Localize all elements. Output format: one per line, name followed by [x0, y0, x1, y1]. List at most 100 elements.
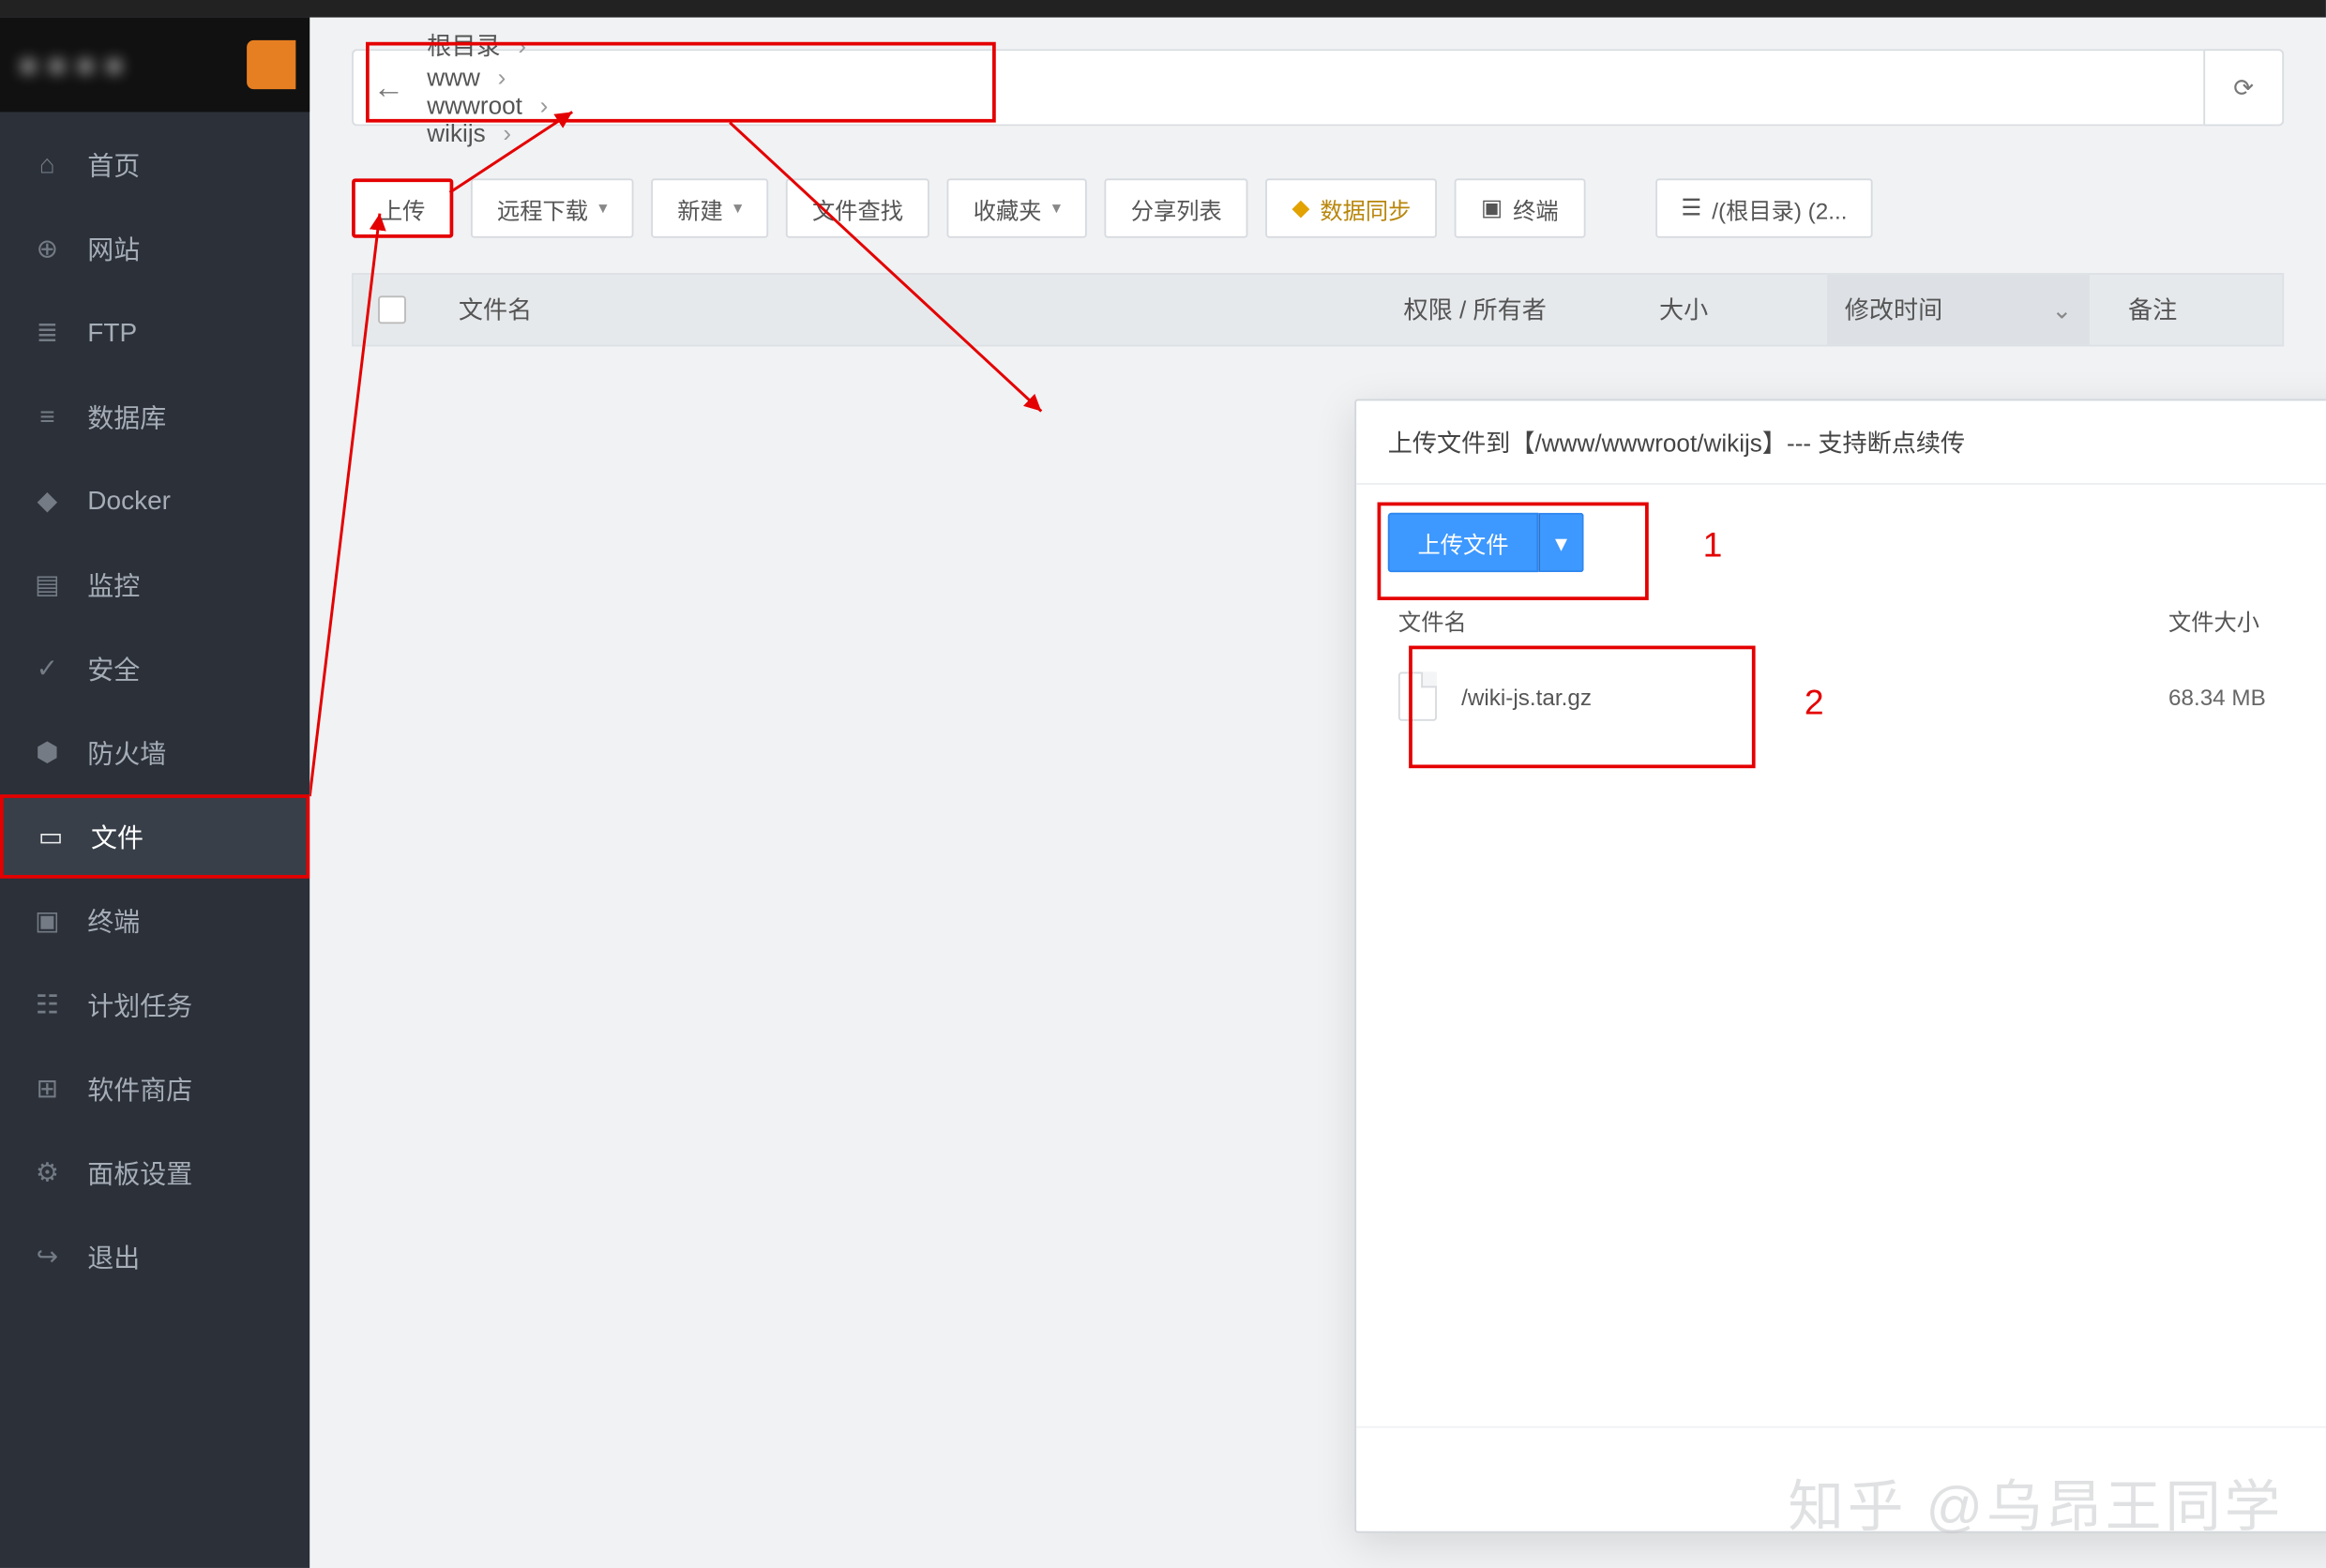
modal-footer: 开始上传 — [1356, 1426, 2326, 1531]
favorites-button[interactable]: 收藏夹▾ — [947, 178, 1087, 237]
shield-icon: ✓ — [32, 653, 64, 685]
col-name[interactable]: 文件名 — [459, 293, 1393, 327]
modal-table-header: 文件名 文件大小 上传状态 — [1356, 596, 2326, 655]
chevron-right-icon: › — [540, 91, 549, 119]
breadcrumb-label: www — [427, 63, 480, 91]
sidebar-item-网站[interactable]: ⊕ 网站 — [0, 206, 310, 291]
remote-download-button[interactable]: 远程下载▾ — [471, 178, 634, 237]
breadcrumb-segment[interactable]: wikijs › — [416, 119, 558, 147]
breadcrumb-label: wwwroot — [427, 91, 522, 119]
modal-header: 上传文件到【/www/wwwroot/wikijs】--- 支持断点续传 — ✕ — [1356, 400, 2326, 485]
firewall-icon: ⬢ — [32, 737, 64, 769]
file-icon — [1398, 672, 1437, 721]
refresh-button[interactable]: ⟳ — [2203, 49, 2284, 126]
sidebar-item-文件[interactable]: ▭ 文件 — [0, 794, 310, 879]
col-mtime[interactable]: 修改时间 ⌄ — [1827, 275, 2090, 345]
sidebar-item-安全[interactable]: ✓ 安全 — [0, 626, 310, 711]
upload-file-name: /wiki-js.tar.gz — [1461, 684, 2168, 710]
back-icon[interactable]: ← — [364, 69, 413, 106]
upload-file-button[interactable]: 上传文件 — [1388, 513, 1539, 572]
sidebar-nav: ⌂ 首页 ⊕ 网站 ≣ FTP ≡ 数据库 ◆ Docker ▤ 监控 ✓ 安全 ⬢ 防火墙 ▭ 文件 ▣ 终端 ☷计划… — [0, 112, 310, 1298]
chevron-right-icon: › — [518, 32, 526, 60]
upload-file-row: /wiki-js.tar.gz 68.34 MB 等待上传 — [1356, 655, 2326, 739]
sidebar-item-label: 计划任务 — [87, 986, 192, 1022]
sidebar-item-终端[interactable]: ▣ 终端 — [0, 879, 310, 963]
globe-icon: ⊕ — [32, 233, 64, 264]
window-top-strip — [0, 0, 2326, 18]
share-list-button[interactable]: 分享列表 — [1105, 178, 1248, 237]
sidebar-item-label: 网站 — [87, 230, 140, 266]
chevron-right-icon: › — [498, 63, 506, 91]
sidebar-item-label: FTP — [87, 318, 137, 348]
breadcrumb-segment[interactable]: wwwroot › — [416, 91, 558, 119]
sidebar-item-面板设置[interactable]: ⚙ 面板设置 — [0, 1130, 310, 1214]
select-all-checkbox[interactable] — [378, 295, 406, 324]
sidebar-item-label: 防火墙 — [87, 734, 166, 771]
logout-icon: ↪ — [32, 1241, 64, 1273]
sidebar-item-label: 终端 — [87, 902, 140, 939]
sidebar-item-label: 面板设置 — [87, 1154, 192, 1191]
monitor-icon: ▤ — [32, 568, 64, 600]
logo-area: ■ ■ ■ ■ — [0, 18, 310, 113]
sidebar: ■ ■ ■ ■ ⌂ 首页 ⊕ 网站 ≣ FTP ≡ 数据库 ◆ Docker ▤ 监控 ✓ 安全 ⬢ 防火墙 ▭… — [0, 18, 310, 1568]
diamond-icon: ◆ — [1291, 194, 1309, 222]
breadcrumb-label: 根目录 — [427, 28, 500, 63]
chevron-down-icon: ⌄ — [2051, 294, 2072, 324]
new-button[interactable]: 新建▾ — [651, 178, 768, 237]
apps-icon: ⊞ — [32, 1073, 64, 1105]
ftp-icon: ≣ — [32, 317, 64, 349]
terminal-button[interactable]: ▣ 终端 — [1455, 178, 1585, 237]
sidebar-item-label: 文件 — [91, 818, 143, 854]
main-area: ← 根目录›www›wwwroot›wikijs› ⟳ 上传 远程下载▾ 新建▾… — [310, 18, 2326, 1568]
file-search-button[interactable]: 文件查找 — [786, 178, 929, 237]
breadcrumb-label: wikijs — [427, 119, 485, 147]
logo-text: ■ ■ ■ ■ — [21, 51, 125, 79]
path-bar: ← 根目录›www›wwwroot›wikijs› ⟳ — [352, 49, 2284, 126]
sidebar-item-label: 退出 — [87, 1238, 140, 1274]
sidebar-item-label: Docker — [87, 486, 171, 516]
folder-icon: ▭ — [35, 821, 67, 852]
sidebar-item-label: 软件商店 — [87, 1070, 192, 1107]
sidebar-item-数据库[interactable]: ≡ 数据库 — [0, 374, 310, 459]
sidebar-item-首页[interactable]: ⌂ 首页 — [0, 123, 310, 207]
terminal-icon: ▣ — [32, 905, 64, 937]
sidebar-item-计划任务[interactable]: ☷计划任务 — [0, 962, 310, 1047]
home-icon: ⌂ — [32, 149, 64, 181]
sidebar-item-防火墙[interactable]: ⬢ 防火墙 — [0, 711, 310, 795]
m-col-size: 文件大小 — [2168, 604, 2326, 637]
upload-modal: 上传文件到【/www/wwwroot/wikijs】--- 支持断点续传 — ✕… — [1354, 399, 2326, 1532]
sidebar-item-监控[interactable]: ▤ 监控 — [0, 542, 310, 626]
modal-title: 上传文件到【/www/wwwroot/wikijs】--- 支持断点续传 — [1388, 425, 2326, 460]
sidebar-item-Docker[interactable]: ◆ Docker — [0, 459, 310, 543]
refresh-icon: ⟳ — [2233, 72, 2254, 102]
disk-path-button[interactable]: ☰ /(根目录) (2... — [1654, 178, 1873, 237]
sidebar-item-label: 安全 — [87, 650, 140, 686]
breadcrumb-segment[interactable]: 根目录 › — [416, 28, 558, 63]
settings-icon: ⚙ — [32, 1156, 64, 1188]
sidebar-item-label: 监控 — [87, 566, 140, 603]
chevron-right-icon: › — [503, 119, 511, 147]
sidebar-item-FTP[interactable]: ≣ FTP — [0, 291, 310, 375]
sidebar-item-退出[interactable]: ↪ 退出 — [0, 1214, 310, 1299]
m-col-name: 文件名 — [1398, 604, 2168, 637]
docker-icon: ◆ — [32, 485, 64, 517]
modal-actions: 上传文件 ▾ 清空列表 — [1356, 485, 2326, 596]
disk-icon: ☰ — [1681, 194, 1701, 222]
file-table-header: 文件名 权限 / 所有者 大小 修改时间 ⌄ 备注 — [352, 273, 2284, 346]
toolbar: 上传 远程下载▾ 新建▾ 文件查找 收藏夹▾ 分享列表 ◆ 数据同步 ▣ — [352, 178, 2284, 237]
col-size[interactable]: 大小 — [1659, 293, 1817, 327]
upload-file-dropdown[interactable]: ▾ — [1538, 513, 1584, 572]
terminal-icon: ▣ — [1481, 194, 1503, 222]
database-icon: ≡ — [32, 400, 64, 432]
data-sync-button[interactable]: ◆ 数据同步 — [1265, 178, 1437, 237]
sidebar-item-label: 数据库 — [87, 399, 166, 435]
upload-file-size: 68.34 MB — [2168, 684, 2326, 710]
upload-button[interactable]: 上传 — [352, 178, 453, 237]
sidebar-item-软件商店[interactable]: ⊞ 软件商店 — [0, 1047, 310, 1131]
logo-icon — [247, 40, 295, 89]
col-perm[interactable]: 权限 / 所有者 — [1404, 293, 1649, 327]
breadcrumb: ← 根目录›www›wwwroot›wikijs› — [352, 49, 2203, 126]
breadcrumb-segment[interactable]: www › — [416, 63, 558, 91]
sidebar-item-label: 首页 — [87, 146, 140, 183]
col-note: 备注 — [2100, 293, 2258, 327]
